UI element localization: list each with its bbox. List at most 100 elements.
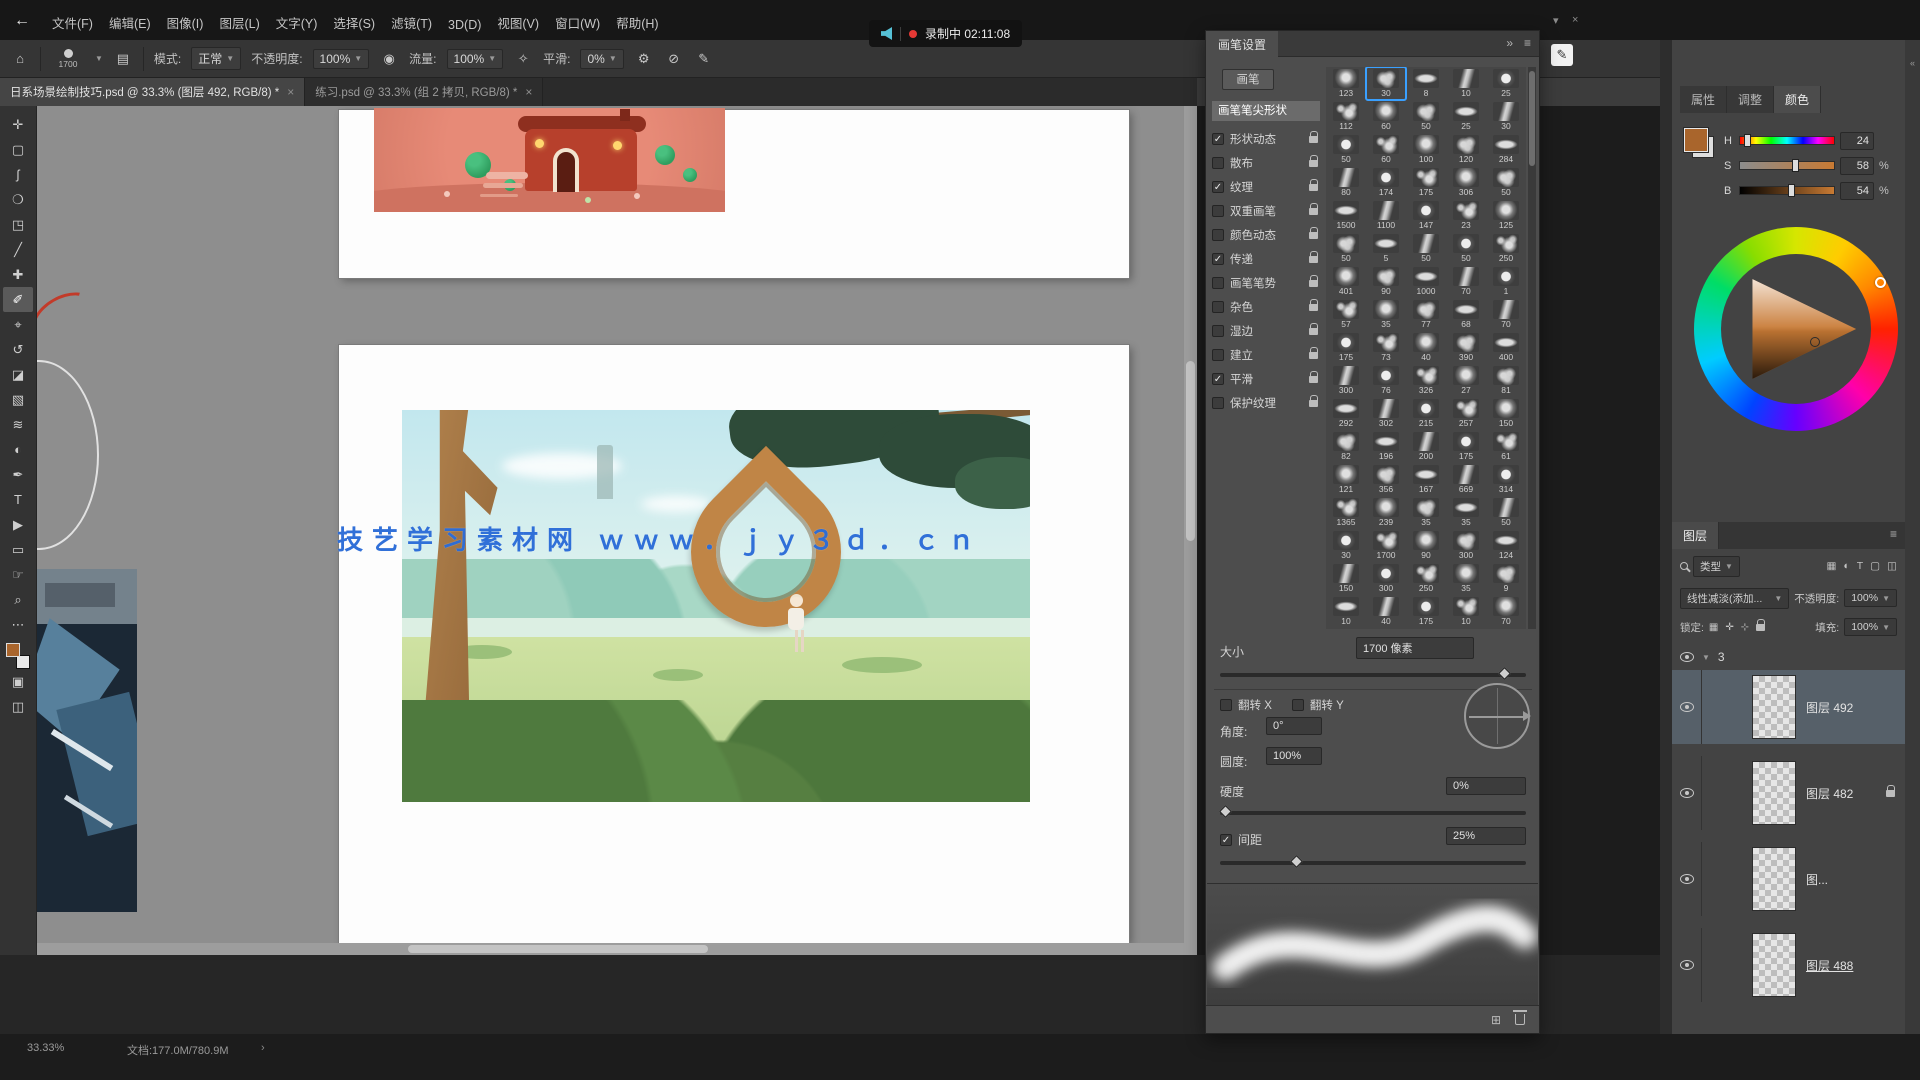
brush-panel-toggle-icon[interactable]: ▤ bbox=[113, 51, 133, 67]
brush-preset[interactable]: 1365 bbox=[1326, 496, 1366, 529]
gear-icon[interactable]: ⚙ bbox=[634, 51, 654, 67]
brush-option-row[interactable]: 画笔笔势 bbox=[1212, 271, 1320, 295]
panel-menu-icon[interactable]: ≡ bbox=[1890, 527, 1897, 541]
color-swatches[interactable] bbox=[6, 643, 30, 669]
tab-调整[interactable]: 调整 bbox=[1727, 86, 1774, 113]
brush-preset[interactable]: 60 bbox=[1366, 133, 1406, 166]
menu-item[interactable]: 窗口(W) bbox=[547, 11, 608, 34]
blend-mode-select[interactable]: 线性减淡(添加... ▼ bbox=[1680, 588, 1789, 609]
size-value-field[interactable]: 1700 像素 bbox=[1356, 637, 1474, 659]
brush-preset[interactable]: 61 bbox=[1486, 430, 1526, 463]
brush-preset[interactable]: 200 bbox=[1406, 430, 1446, 463]
brush-option-row[interactable]: 散布 bbox=[1212, 151, 1320, 175]
checkbox[interactable]: ✓ bbox=[1212, 253, 1224, 265]
brush-preset[interactable]: 90 bbox=[1406, 529, 1446, 562]
layer-opacity-select[interactable]: 100% ▼ bbox=[1844, 589, 1897, 607]
flip-y-checkbox[interactable]: 翻转 Y bbox=[1292, 697, 1344, 713]
slider-knob[interactable] bbox=[1792, 159, 1799, 172]
brush-preset[interactable]: 68 bbox=[1446, 298, 1486, 331]
brush-option-row[interactable]: ✓传递 bbox=[1212, 247, 1320, 271]
brush-preset[interactable]: 40 bbox=[1366, 595, 1406, 628]
brush-preset[interactable]: 8 bbox=[1406, 67, 1446, 100]
brush-preset[interactable]: 80 bbox=[1326, 166, 1366, 199]
zoom-readout[interactable]: 33.33% bbox=[27, 1042, 64, 1054]
filter-adjustment-icon[interactable]: ◐ bbox=[1843, 560, 1849, 572]
brush-preset[interactable]: 25 bbox=[1486, 67, 1526, 100]
filter-type-select[interactable]: 类型 ▼ bbox=[1693, 556, 1740, 577]
brush-angle-icon[interactable]: ⊘ bbox=[664, 51, 684, 67]
visibility-eye-icon[interactable] bbox=[1680, 652, 1694, 662]
brush-preset[interactable]: 1100 bbox=[1366, 199, 1406, 232]
brush-preset[interactable]: 10 bbox=[1446, 67, 1486, 100]
layer-name[interactable]: 图层 482 bbox=[1806, 785, 1853, 802]
smoothing-select[interactable]: 0% ▼ bbox=[580, 49, 623, 69]
tab-颜色[interactable]: 颜色 bbox=[1774, 86, 1821, 113]
brush-preset[interactable]: 60 bbox=[1366, 100, 1406, 133]
checkbox[interactable] bbox=[1212, 301, 1224, 313]
healing-brush-tool[interactable]: ✚ bbox=[3, 262, 33, 287]
brush-preset[interactable]: 306 bbox=[1446, 166, 1486, 199]
marquee-tool[interactable]: ▢ bbox=[3, 137, 33, 162]
brush-preset[interactable]: 70 bbox=[1486, 595, 1526, 628]
brush-preset[interactable]: 50 bbox=[1486, 496, 1526, 529]
quick-mask-icon[interactable]: ▣ bbox=[3, 669, 33, 694]
back-arrow-icon[interactable]: ← bbox=[14, 12, 30, 30]
dock-divider[interactable] bbox=[1660, 40, 1672, 1034]
foreground-color-swatch[interactable] bbox=[6, 643, 20, 657]
brush-preset[interactable]: 35 bbox=[1446, 496, 1486, 529]
brush-preset[interactable]: 120 bbox=[1446, 133, 1486, 166]
size-slider[interactable] bbox=[1220, 673, 1526, 677]
lock-transparency-icon[interactable]: ▦ bbox=[1709, 622, 1718, 633]
chevron-down-icon[interactable]: ▼ bbox=[1702, 653, 1710, 662]
brush-preset[interactable]: 90 bbox=[1366, 265, 1406, 298]
brush-preset[interactable]: 302 bbox=[1366, 397, 1406, 430]
brush-preset[interactable]: 150 bbox=[1486, 397, 1526, 430]
hsb-value-field[interactable]: 58 bbox=[1840, 157, 1874, 175]
mode-select[interactable]: 正常 ▼ bbox=[191, 47, 241, 70]
clone-stamp-tool[interactable]: ⌖ bbox=[3, 312, 33, 337]
layer-thumbnail[interactable] bbox=[1752, 847, 1796, 911]
brush-preset[interactable]: 196 bbox=[1366, 430, 1406, 463]
canvas-area[interactable]: 技艺学习素材网 ｗｗｗ．ｊｙ３ｄ．ｃｎ bbox=[37, 106, 1197, 955]
brush-preset[interactable]: 57 bbox=[1326, 298, 1366, 331]
menu-item[interactable]: 视图(V) bbox=[489, 11, 547, 34]
checkbox[interactable] bbox=[1212, 349, 1224, 361]
brush-preset[interactable]: 73 bbox=[1366, 331, 1406, 364]
delete-brush-icon[interactable] bbox=[1515, 1014, 1525, 1025]
brush-preset[interactable]: 121 bbox=[1326, 463, 1366, 496]
brush-preset[interactable]: 30 bbox=[1486, 100, 1526, 133]
brush-preset[interactable]: 112 bbox=[1326, 100, 1366, 133]
brush-preset[interactable]: 10 bbox=[1326, 595, 1366, 628]
flip-x-checkbox[interactable]: 翻转 X bbox=[1220, 697, 1272, 713]
checkbox[interactable]: ✓ bbox=[1212, 133, 1224, 145]
document-tab[interactable]: 日系场景绘制技巧.psd @ 33.3% (图层 492, RGB/8) *× bbox=[0, 78, 305, 106]
eyedropper-tool[interactable]: ╱ bbox=[3, 237, 33, 262]
visibility-toggle[interactable] bbox=[1672, 842, 1702, 916]
layer-thumbnail[interactable] bbox=[1752, 675, 1796, 739]
filter-type-icon[interactable]: T bbox=[1857, 560, 1863, 572]
brush-preset[interactable]: 390 bbox=[1446, 331, 1486, 364]
recorder-close-icon[interactable]: × bbox=[1572, 14, 1578, 26]
brush-preset[interactable]: 125 bbox=[1486, 199, 1526, 232]
brush-preset[interactable]: 50 bbox=[1326, 133, 1366, 166]
menu-item[interactable]: 图像(I) bbox=[159, 11, 212, 34]
brush-preset[interactable]: 300 bbox=[1366, 562, 1406, 595]
flow-select[interactable]: 100% ▼ bbox=[447, 49, 504, 69]
roundness-value-field[interactable]: 100% bbox=[1266, 747, 1322, 765]
history-brush-tool[interactable]: ↺ bbox=[3, 337, 33, 362]
brush-preset[interactable]: 50 bbox=[1406, 232, 1446, 265]
checkbox[interactable] bbox=[1212, 325, 1224, 337]
hand-tool[interactable]: ☞ bbox=[3, 562, 33, 587]
move-tool[interactable]: ✛ bbox=[3, 112, 33, 137]
brush-preset[interactable]: 124 bbox=[1486, 529, 1526, 562]
collapse-panel-icon[interactable]: » bbox=[1506, 36, 1513, 50]
group-name[interactable]: 3 bbox=[1718, 650, 1725, 664]
brushes-button[interactable]: 画笔 bbox=[1222, 69, 1274, 90]
menu-item[interactable]: 帮助(H) bbox=[608, 11, 666, 34]
checkbox[interactable] bbox=[1212, 205, 1224, 217]
brush-preset[interactable]: 1 bbox=[1486, 265, 1526, 298]
triangle-marker[interactable] bbox=[1810, 337, 1820, 347]
lock-pixels-icon[interactable]: ✛ bbox=[1725, 622, 1733, 633]
close-tab-icon[interactable]: × bbox=[525, 85, 532, 99]
brush-preset[interactable]: 100 bbox=[1406, 133, 1446, 166]
